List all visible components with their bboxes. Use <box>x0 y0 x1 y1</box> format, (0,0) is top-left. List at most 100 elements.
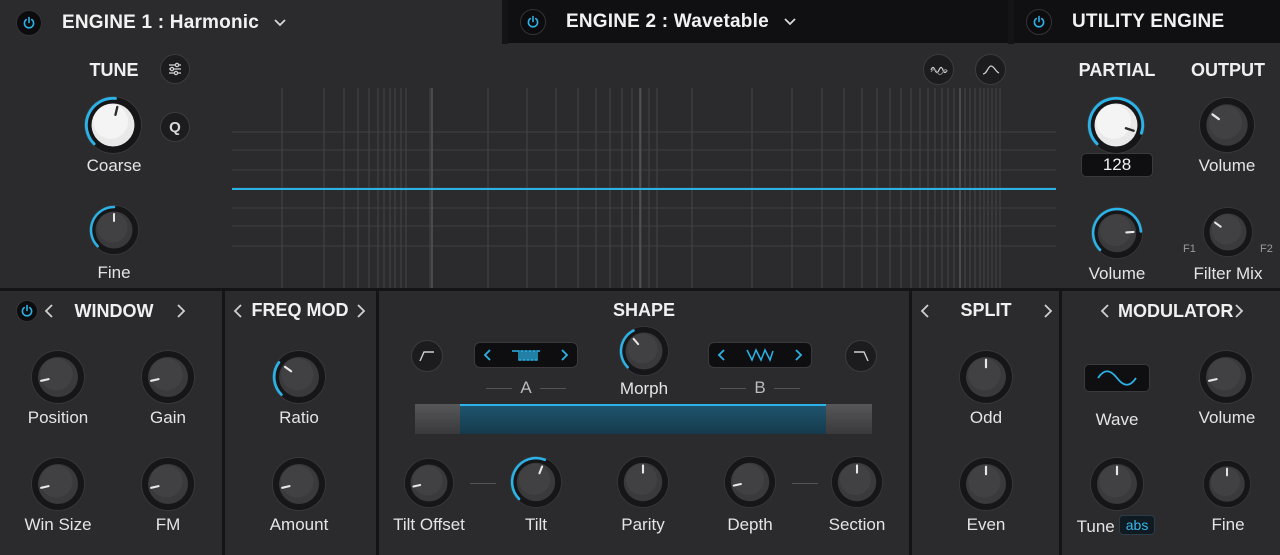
morph-label: Morph <box>619 379 669 398</box>
shape-title: SHAPE <box>612 300 675 320</box>
win-size-label: Win Size <box>24 515 92 534</box>
output-volume-label: Volume <box>1198 156 1256 175</box>
modulator-fine-knob[interactable] <box>1203 460 1251 508</box>
shape-b-divider-left <box>720 388 746 389</box>
tune-mode-toggle[interactable]: abs <box>1118 515 1156 535</box>
partial-title: PARTIAL <box>1078 60 1156 80</box>
tab-engine-1-label: ENGINE 1 : Harmonic <box>62 12 260 33</box>
morph-knob[interactable] <box>619 326 669 376</box>
modulator-next-arrow-icon[interactable] <box>1232 303 1246 319</box>
position-label: Position <box>27 408 89 427</box>
section-label: Section <box>828 515 886 534</box>
window-next-arrow-icon[interactable] <box>174 303 188 319</box>
tab-engine-2-label: ENGINE 2 : Wavetable <box>566 10 769 32</box>
freq-mod-title: FREQ MOD <box>251 300 349 320</box>
sawtooth-wave-icon <box>746 348 774 362</box>
chevron-down-icon[interactable] <box>783 15 797 29</box>
section-knob[interactable] <box>831 456 883 508</box>
partial-volume-knob[interactable] <box>1091 207 1143 259</box>
depth-link-line <box>792 483 818 484</box>
fine-label: Fine <box>97 263 131 282</box>
modulator-tune-knob[interactable] <box>1090 457 1144 511</box>
rise-edge-icon <box>419 351 434 362</box>
partial-volume-label: Volume <box>1088 264 1146 283</box>
sine-wave-icon <box>1097 370 1137 386</box>
quantize-label: Q <box>169 118 181 136</box>
filter-mix-knob[interactable] <box>1203 207 1253 257</box>
fm-knob[interactable] <box>141 457 195 511</box>
output-volume-knob[interactable] <box>1199 97 1255 153</box>
engine-2-power-icon[interactable] <box>520 8 546 35</box>
chevron-right-icon[interactable] <box>793 348 803 362</box>
tab-engine-1[interactable]: ENGINE 1 : Harmonic <box>0 0 502 46</box>
gain-label: Gain <box>150 408 186 427</box>
position-knob[interactable] <box>31 350 85 404</box>
modulator-wave-selector[interactable] <box>1084 364 1150 392</box>
tilt-label: Tilt <box>524 515 548 534</box>
window-prev-arrow-icon[interactable] <box>42 303 56 319</box>
partial-knob[interactable] <box>1087 96 1145 154</box>
shape-b-selector[interactable] <box>708 342 812 368</box>
parity-label: Parity <box>621 515 665 534</box>
chevron-left-icon[interactable] <box>483 348 493 362</box>
depth-label: Depth <box>727 515 773 534</box>
tilt-link-line <box>470 483 496 484</box>
depth-knob[interactable] <box>724 456 776 508</box>
freq-mod-prev-arrow-icon[interactable] <box>231 303 245 319</box>
amount-knob[interactable] <box>272 457 326 511</box>
gain-knob[interactable] <box>141 350 195 404</box>
shape-a-divider-left <box>486 388 512 389</box>
shape-a-divider-right <box>540 388 566 389</box>
window-title: WINDOW <box>74 301 154 321</box>
shape-a-selector[interactable] <box>474 342 578 368</box>
shape-a-label: A <box>520 378 532 397</box>
odd-knob[interactable] <box>959 350 1013 404</box>
fm-label: FM <box>155 515 181 534</box>
tilt-knob[interactable] <box>510 456 562 508</box>
shape-range-bar[interactable] <box>415 404 872 434</box>
tilt-offset-knob[interactable] <box>404 458 454 508</box>
chevron-right-icon[interactable] <box>559 348 569 362</box>
tune-settings-button[interactable] <box>160 54 190 84</box>
engine-1-power-icon[interactable] <box>16 10 42 36</box>
spectrum-view-button[interactable] <box>923 54 954 85</box>
envelope-view-button[interactable] <box>975 54 1006 85</box>
partial-value[interactable]: 128 <box>1081 153 1153 177</box>
even-label: Even <box>966 515 1006 534</box>
freq-mod-next-arrow-icon[interactable] <box>354 303 368 319</box>
fine-knob[interactable] <box>89 205 139 255</box>
win-size-knob[interactable] <box>31 457 85 511</box>
filter-mix-label: Filter Mix <box>1193 264 1263 283</box>
chevron-down-icon[interactable] <box>273 16 287 30</box>
even-knob[interactable] <box>959 457 1013 511</box>
modulator-volume-knob[interactable] <box>1199 350 1253 404</box>
modulator-volume-label: Volume <box>1198 408 1256 427</box>
modulator-tune-text: Tune <box>1076 517 1115 536</box>
quantize-button[interactable]: Q <box>160 112 190 142</box>
utility-engine-power-icon[interactable] <box>1026 8 1052 35</box>
harmonic-display[interactable] <box>232 88 1056 288</box>
output-title: OUTPUT <box>1191 60 1265 80</box>
coarse-knob[interactable] <box>84 96 142 154</box>
modulator-tune-label: Tune abs <box>1066 515 1166 537</box>
tab-utility-engine-label: UTILITY ENGINE <box>1072 10 1225 32</box>
modulator-fine-label: Fine <box>1211 515 1245 534</box>
chevron-left-icon[interactable] <box>717 348 727 362</box>
parity-knob[interactable] <box>617 456 669 508</box>
window-power-icon[interactable] <box>16 300 38 322</box>
tab-utility-engine[interactable]: UTILITY ENGINE <box>1014 0 1280 44</box>
shape-a-edge-button[interactable] <box>411 340 443 372</box>
filter-mix-f1-label: F1 <box>1183 243 1196 255</box>
tab-engine-2[interactable]: ENGINE 2 : Wavetable <box>508 0 1008 44</box>
filter-mix-f2-label: F2 <box>1260 243 1273 255</box>
ratio-knob[interactable] <box>272 350 326 404</box>
shape-b-edge-button[interactable] <box>845 340 877 372</box>
split-title: SPLIT <box>960 300 1012 320</box>
shape-b-divider-right <box>774 388 800 389</box>
tune-title: TUNE <box>89 60 139 80</box>
split-next-arrow-icon[interactable] <box>1041 303 1055 319</box>
square-pulse-wave-icon <box>512 350 540 361</box>
split-prev-arrow-icon[interactable] <box>918 303 932 319</box>
modulator-prev-arrow-icon[interactable] <box>1098 303 1112 319</box>
coarse-label: Coarse <box>86 156 142 175</box>
